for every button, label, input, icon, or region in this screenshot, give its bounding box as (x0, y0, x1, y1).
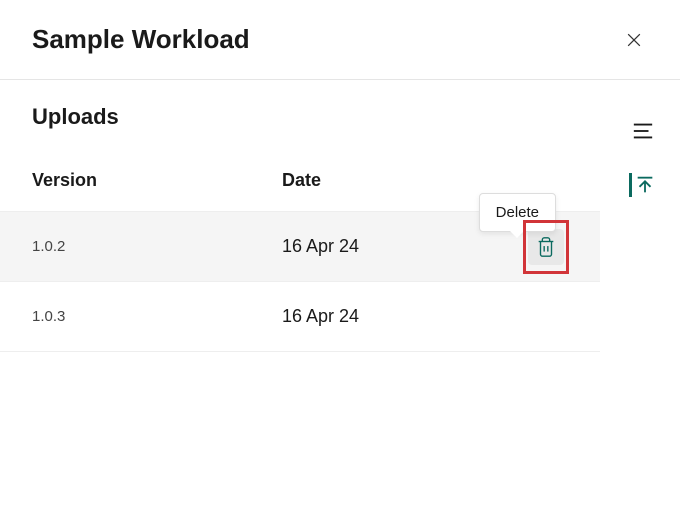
column-header-date: Date (282, 170, 482, 191)
row-actions: Delete (528, 229, 564, 265)
upload-indicator-bar (629, 173, 632, 197)
trash-icon (535, 236, 557, 258)
close-button[interactable] (620, 26, 648, 54)
version-cell: 1.0.2 (32, 238, 282, 255)
table-row[interactable]: 1.0.3 16 Apr 24 (0, 282, 600, 352)
close-icon (624, 30, 644, 50)
table-row[interactable]: 1.0.2 16 Apr 24 Delete (0, 212, 600, 282)
menu-button[interactable] (632, 122, 654, 145)
page-title: Sample Workload (32, 24, 250, 55)
hamburger-icon (632, 122, 654, 140)
delete-button[interactable] (528, 229, 564, 265)
date-cell: 16 Apr 24 (282, 236, 482, 257)
upload-button[interactable] (629, 173, 656, 197)
version-cell: 1.0.3 (32, 308, 282, 325)
delete-tooltip: Delete (479, 193, 556, 232)
side-toolbar (629, 122, 656, 197)
section-title: Uploads (0, 104, 680, 130)
upload-to-top-icon (634, 174, 656, 196)
column-header-version: Version (32, 170, 282, 191)
content-area: Uploads Version Date 1.0.2 16 Apr 24 Del… (0, 80, 680, 352)
uploads-table: Version Date 1.0.2 16 Apr 24 Delete (0, 170, 600, 352)
dialog-header: Sample Workload (0, 0, 680, 80)
date-cell: 16 Apr 24 (282, 306, 482, 327)
